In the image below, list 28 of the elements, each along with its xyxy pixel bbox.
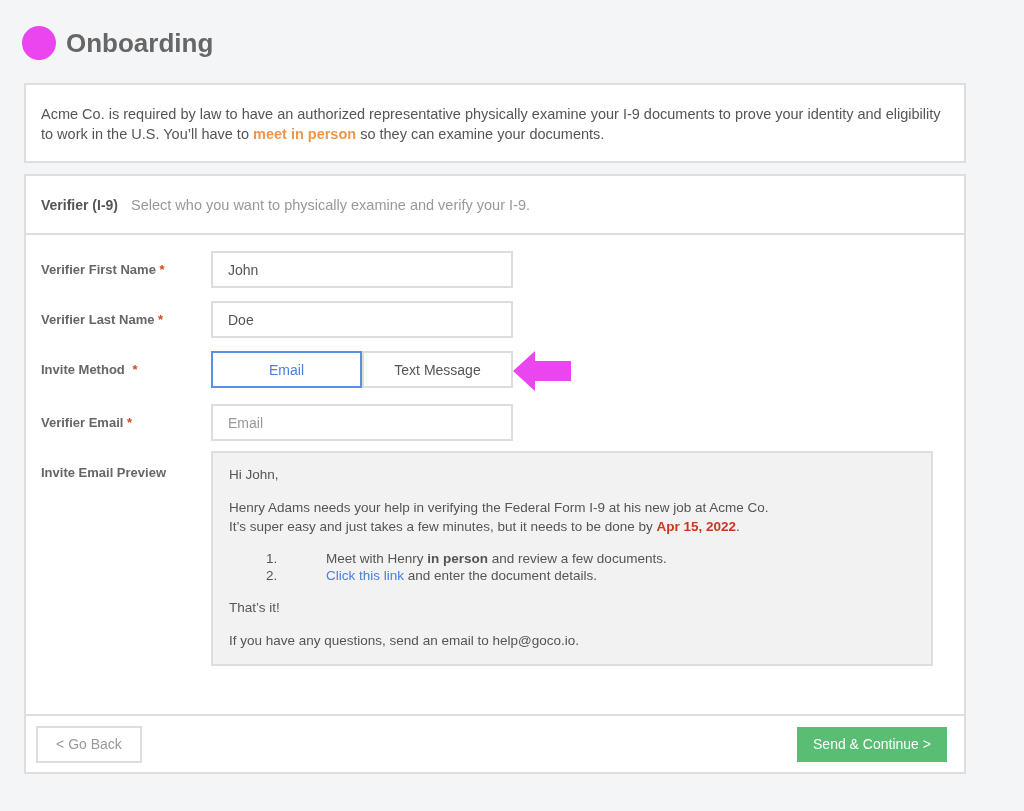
- email-greeting: Hi John,: [229, 466, 280, 484]
- invite-method-option[interactable]: Text Message: [362, 351, 513, 388]
- email-closing: That’s it!: [229, 599, 281, 617]
- email-link[interactable]: Click this link: [326, 568, 404, 583]
- arrow-icon: [513, 351, 571, 391]
- text-field[interactable]: Doe: [211, 301, 513, 338]
- section-subtitle: Select who you want to physically examine and verify your I-9.: [131, 196, 530, 213]
- section-title: Verifier (I-9): [41, 196, 119, 213]
- field-label: Invite Email Preview: [41, 464, 167, 480]
- step-text: Meet with Henry in person and review a few documents.: [326, 550, 667, 567]
- field-label: Verifier First Name *: [41, 261, 166, 277]
- go-back-button[interactable]: < Go Back: [36, 725, 142, 763]
- email-footer-text: If you have any questions, send an email to help@goco.io.: [229, 632, 580, 650]
- text-field[interactable]: Email: [211, 404, 513, 441]
- logo-circle-icon: [22, 26, 56, 60]
- send-continue-button[interactable]: Send & Continue >: [797, 726, 947, 762]
- page-title: Onboarding: [66, 27, 214, 59]
- field-label: Invite Method *: [41, 361, 139, 377]
- field-label: Verifier Last Name *: [41, 311, 165, 327]
- invite-method-option[interactable]: Email: [211, 351, 362, 388]
- step-number: 2.: [265, 567, 279, 584]
- notice-text: Acme Co. is required by law to have an authorized representative physically examine your I-9 documents to prove your identity and eligibility to work in the U.S. You’ll have to meet in person so they can examine your documents.: [41, 105, 942, 144]
- email-body-text: It’s super easy and just takes a few minutes, but it needs to be done by Apr 15, 2022.: [229, 518, 741, 536]
- step-number: 1.: [265, 550, 279, 567]
- text-field[interactable]: John: [211, 251, 513, 288]
- step-text: Click this link and enter the document details.: [326, 567, 597, 584]
- field-label: Verifier Email *: [41, 414, 134, 430]
- email-body-text: Henry Adams needs your help in verifying the Federal Form I-9 at his new job at Acme Co.: [229, 499, 770, 517]
